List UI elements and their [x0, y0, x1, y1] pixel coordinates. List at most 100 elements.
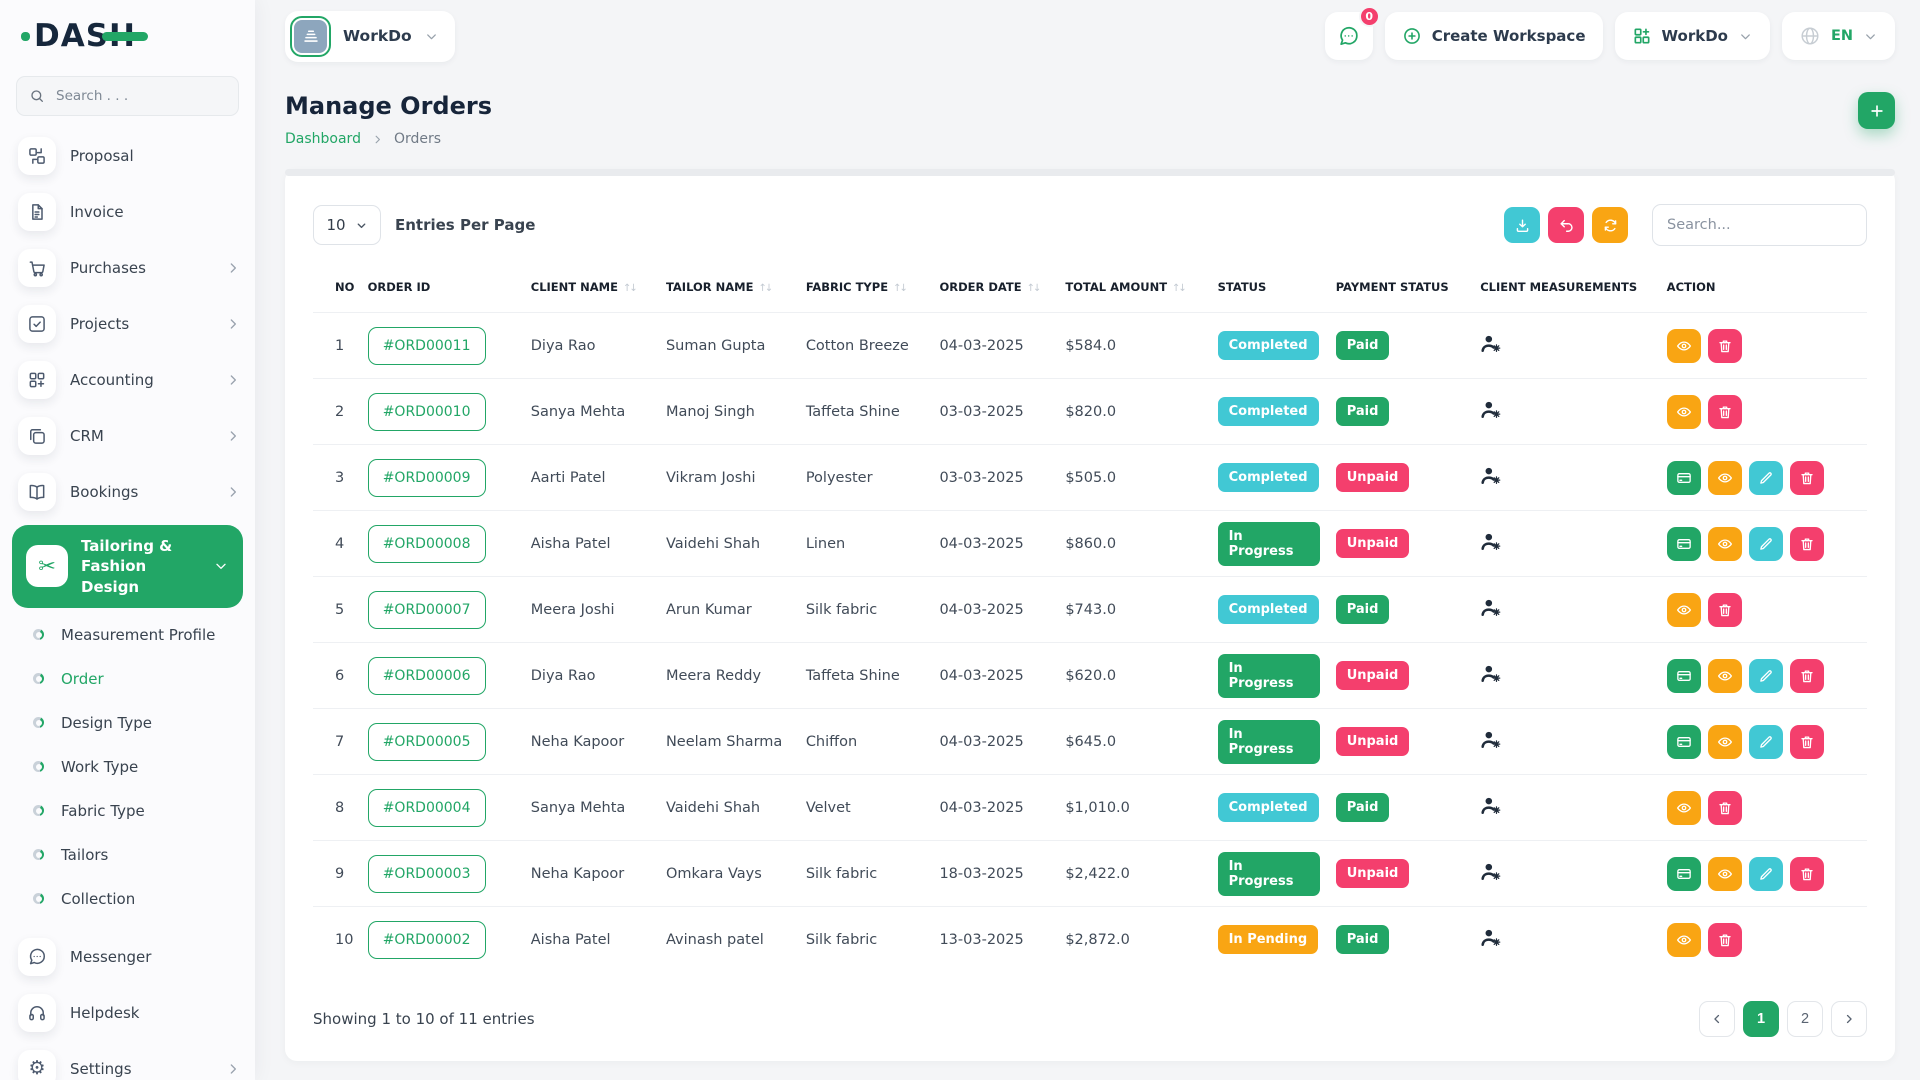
- sort-icon[interactable]: ↑↓: [1027, 283, 1040, 294]
- view-order-button[interactable]: [1667, 923, 1701, 957]
- sidebar-item-projects[interactable]: Projects: [0, 296, 255, 352]
- payment-order-button[interactable]: [1667, 659, 1701, 693]
- column-header-total-amount[interactable]: TOTAL AMOUNT↑↓: [1057, 262, 1209, 313]
- delete-order-button[interactable]: [1790, 527, 1824, 561]
- column-header-order-date[interactable]: ORDER DATE↑↓: [931, 262, 1057, 313]
- order-id-link[interactable]: #ORD00011: [368, 327, 486, 365]
- sidebar-item-accounting[interactable]: Accounting: [0, 352, 255, 408]
- delete-order-button[interactable]: [1708, 593, 1742, 627]
- purchases-icon: [27, 258, 47, 278]
- sidebar-subitem-design-type[interactable]: Design Type: [0, 701, 255, 745]
- order-id-link[interactable]: #ORD00008: [368, 525, 486, 563]
- client-measurements-button[interactable]: [1480, 596, 1503, 619]
- horizontal-scrollbar[interactable]: [285, 169, 1895, 176]
- view-order-button[interactable]: [1708, 527, 1742, 561]
- sidebar-search-input[interactable]: [54, 87, 226, 105]
- sidebar-subitem-fabric-type[interactable]: Fabric Type: [0, 789, 255, 833]
- breadcrumb-dashboard-link[interactable]: Dashboard: [285, 131, 361, 147]
- view-order-button[interactable]: [1708, 461, 1742, 495]
- edit-order-button[interactable]: [1749, 857, 1783, 891]
- delete-order-button[interactable]: [1708, 329, 1742, 363]
- delete-order-button[interactable]: [1790, 461, 1824, 495]
- sidebar-item-helpdesk[interactable]: Helpdesk: [0, 985, 255, 1041]
- client-measurements-button[interactable]: [1480, 926, 1503, 949]
- sidebar-item-purchases[interactable]: Purchases: [0, 240, 255, 296]
- view-order-button[interactable]: [1667, 791, 1701, 825]
- edit-order-button[interactable]: [1749, 659, 1783, 693]
- edit-order-button[interactable]: [1749, 527, 1783, 561]
- client-measurements-button[interactable]: [1480, 662, 1503, 685]
- client-measurements-button[interactable]: [1480, 860, 1503, 883]
- create-workspace-button[interactable]: Create Workspace: [1385, 12, 1603, 60]
- workdo-dropdown[interactable]: WorkDo: [1615, 12, 1770, 60]
- payment-order-button[interactable]: [1667, 461, 1701, 495]
- sidebar-item-tailoring-fashion-design[interactable]: ✂ Tailoring & Fashion Design: [12, 525, 243, 608]
- sort-icon[interactable]: ↑↓: [623, 283, 636, 294]
- view-order-button[interactable]: [1667, 329, 1701, 363]
- edit-order-button[interactable]: [1749, 725, 1783, 759]
- order-id-link[interactable]: #ORD00007: [368, 591, 486, 629]
- delete-order-button[interactable]: [1790, 659, 1824, 693]
- column-header-fabric-type[interactable]: FABRIC TYPE↑↓: [798, 262, 932, 313]
- sort-icon[interactable]: ↑↓: [758, 283, 771, 294]
- status-cell: Completed: [1210, 577, 1328, 643]
- sidebar-subitem-work-type[interactable]: Work Type: [0, 745, 255, 789]
- delete-order-button[interactable]: [1708, 791, 1742, 825]
- export-button[interactable]: [1504, 207, 1540, 243]
- sidebar-item-proposal[interactable]: Proposal: [0, 128, 255, 184]
- brand-logo[interactable]: DASH: [34, 18, 136, 54]
- edit-order-button[interactable]: [1749, 461, 1783, 495]
- sidebar-subitem-tailors[interactable]: Tailors: [0, 833, 255, 877]
- client-measurements-button[interactable]: [1480, 398, 1503, 421]
- delete-order-button[interactable]: [1708, 923, 1742, 957]
- entries-per-page-select[interactable]: 10: [313, 205, 381, 245]
- language-selector[interactable]: EN: [1782, 12, 1895, 60]
- sort-icon[interactable]: ↑↓: [1172, 283, 1185, 294]
- order-id-link[interactable]: #ORD00003: [368, 855, 486, 893]
- order-id-link[interactable]: #ORD00010: [368, 393, 486, 431]
- pagination-page-1[interactable]: 1: [1743, 1001, 1779, 1037]
- order-id-link[interactable]: #ORD00006: [368, 657, 486, 695]
- entries-per-page-label: Entries Per Page: [395, 216, 535, 234]
- workspace-selector[interactable]: WorkDo: [285, 11, 455, 62]
- column-header-client-name[interactable]: CLIENT NAME↑↓: [523, 262, 658, 313]
- order-id-link[interactable]: #ORD00002: [368, 921, 486, 959]
- view-order-button[interactable]: [1708, 857, 1742, 891]
- table-search-input[interactable]: [1652, 204, 1867, 246]
- client-measurements-button[interactable]: [1480, 332, 1503, 355]
- client-measurements-button[interactable]: [1480, 464, 1503, 487]
- client-measurements-button[interactable]: [1480, 530, 1503, 553]
- reset-button[interactable]: [1548, 207, 1584, 243]
- client-measurements-button[interactable]: [1480, 728, 1503, 751]
- view-order-button[interactable]: [1708, 659, 1742, 693]
- sidebar-item-bookings[interactable]: Bookings: [0, 464, 255, 520]
- column-header-tailor-name[interactable]: TAILOR NAME↑↓: [658, 262, 798, 313]
- delete-order-button[interactable]: [1790, 725, 1824, 759]
- payment-order-button[interactable]: [1667, 725, 1701, 759]
- sidebar-item-messenger[interactable]: Messenger: [0, 929, 255, 985]
- messages-button[interactable]: 0: [1325, 12, 1373, 60]
- client-measurements-button[interactable]: [1480, 794, 1503, 817]
- view-order-button[interactable]: [1667, 593, 1701, 627]
- order-id-link[interactable]: #ORD00005: [368, 723, 486, 761]
- order-id-link[interactable]: #ORD00004: [368, 789, 486, 827]
- sidebar-item-settings[interactable]: ⚙Settings: [0, 1041, 255, 1080]
- sidebar-subitem-order[interactable]: Order: [0, 657, 255, 701]
- delete-order-button[interactable]: [1790, 857, 1824, 891]
- payment-order-button[interactable]: [1667, 527, 1701, 561]
- sidebar-subitem-collection[interactable]: Collection: [0, 877, 255, 921]
- view-order-button[interactable]: [1667, 395, 1701, 429]
- sidebar-subitem-measurement-profile[interactable]: Measurement Profile: [0, 613, 255, 657]
- sidebar-item-invoice[interactable]: Invoice: [0, 184, 255, 240]
- refresh-button[interactable]: [1592, 207, 1628, 243]
- sidebar-item-crm[interactable]: CRM: [0, 408, 255, 464]
- pagination-next-button[interactable]: [1831, 1001, 1867, 1037]
- view-order-button[interactable]: [1708, 725, 1742, 759]
- pagination-page-2[interactable]: 2: [1787, 1001, 1823, 1037]
- order-id-link[interactable]: #ORD00009: [368, 459, 486, 497]
- sort-icon[interactable]: ↑↓: [893, 283, 906, 294]
- add-order-button[interactable]: [1858, 92, 1895, 129]
- pagination-prev-button[interactable]: [1699, 1001, 1735, 1037]
- payment-order-button[interactable]: [1667, 857, 1701, 891]
- delete-order-button[interactable]: [1708, 395, 1742, 429]
